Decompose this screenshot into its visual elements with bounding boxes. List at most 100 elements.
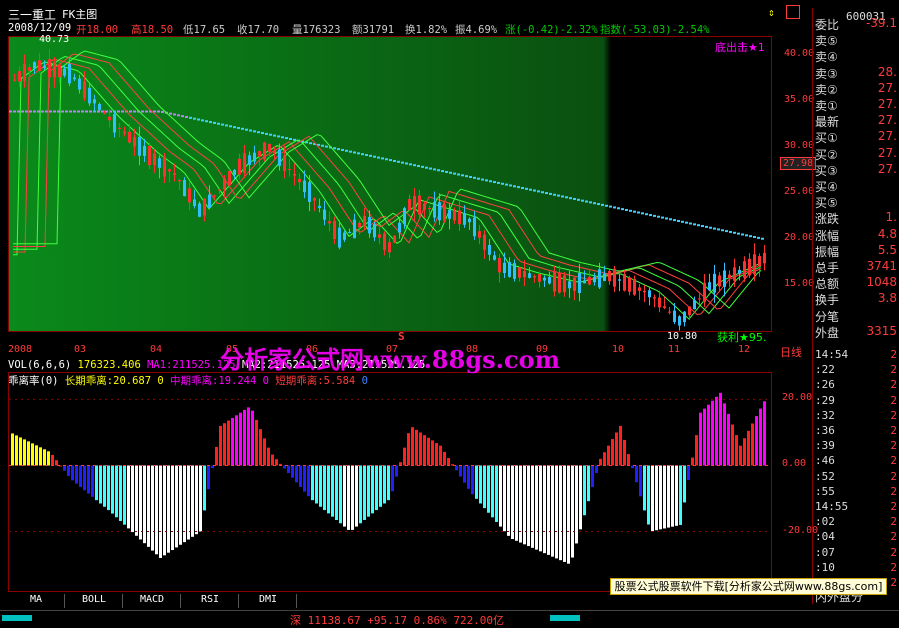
quote-row[interactable]: 卖③ 28.: [815, 65, 899, 81]
tab-boll[interactable]: BOLL: [66, 594, 123, 608]
quote-row[interactable]: 分笔: [815, 308, 899, 324]
long-ma-point: [89, 110, 92, 113]
deviation-bar: [375, 465, 378, 511]
long-ma-point: [405, 162, 408, 165]
deviation-bar: [179, 465, 182, 545]
deviation-bar: [123, 465, 126, 525]
tick-time: :39: [815, 439, 835, 453]
deviation-bar: [579, 465, 582, 530]
tab-rsi[interactable]: RSI: [182, 594, 239, 608]
tick-row: :32 2: [815, 409, 899, 424]
quote-row[interactable]: 买② 27.: [815, 146, 899, 162]
tick-row: :39 2: [815, 439, 899, 454]
quote-row[interactable]: 最新 27.: [815, 113, 899, 129]
long-ma-point: [565, 196, 568, 199]
quote-row[interactable]: 卖④: [815, 48, 899, 64]
deviation-bar: [751, 423, 754, 466]
tick-value: 2: [890, 545, 897, 559]
long-ma-point: [665, 217, 668, 220]
deviation-bar: [591, 465, 594, 488]
deviation-bar: [475, 465, 478, 499]
tab-dmi[interactable]: DMI: [240, 594, 297, 608]
quote-row[interactable]: 买③ 27.: [815, 162, 899, 178]
tab-macd[interactable]: MACD: [124, 594, 181, 608]
long-ma-point: [589, 201, 592, 204]
deviation-bar: [75, 465, 78, 484]
quote-row[interactable]: 涨跌 1.: [815, 210, 899, 226]
chart-label[interactable]: FK主图: [62, 6, 97, 22]
tick-time: :22: [815, 363, 835, 377]
long-ma-point: [573, 197, 576, 200]
deviation-bar: [379, 465, 382, 507]
deviation-bar: [147, 465, 150, 547]
long-ma-point: [669, 218, 672, 221]
quote-row[interactable]: 总手 3741: [815, 259, 899, 275]
long-ma-point: [197, 118, 200, 121]
deviation-bar: [699, 412, 702, 466]
amplitude-value: 振4.69%: [455, 24, 498, 36]
tab-ma[interactable]: MA: [8, 594, 65, 608]
long-ma-point: [677, 219, 680, 222]
quote-row-label: 卖②: [815, 82, 838, 97]
deviation-bar: [571, 465, 574, 558]
long-ma-point: [545, 192, 548, 195]
low-price-label: 10.80: [667, 331, 698, 342]
up-down-arrow-icon[interactable]: ⇕: [768, 6, 780, 19]
long-ma-point: [253, 130, 256, 133]
deviation-bar: [363, 465, 366, 520]
price-chart[interactable]: 40.73 底出击★1 获利★95. 10.80: [8, 34, 772, 344]
long-ma-point: [193, 117, 196, 120]
deviation-bar: [659, 465, 662, 530]
volume-value: 量176323: [292, 24, 341, 36]
long-ma-point: [69, 110, 72, 113]
tick-row: :55 2: [815, 485, 899, 500]
long-ma-point: [397, 160, 400, 163]
date-tick-label: 2008: [8, 344, 33, 355]
quote-row[interactable]: 买⑤: [815, 194, 899, 210]
quote-row[interactable]: 外盘 3315: [815, 324, 899, 340]
quote-row[interactable]: 换手 3.8: [815, 291, 899, 307]
long-ma-point: [189, 116, 192, 119]
quote-row[interactable]: 卖② 27.: [815, 81, 899, 97]
deviation-bar: [395, 465, 398, 477]
long-ma-point: [205, 120, 208, 123]
long-ma-point: [85, 110, 88, 113]
deviation-bar: [387, 465, 390, 501]
deviation-bar: [731, 424, 734, 466]
ad-banner[interactable]: 股票公式股票软件下载[分析家公式网www.88gs.com]: [610, 578, 887, 595]
deviation-bar: [423, 435, 426, 466]
quote-row[interactable]: 总额 1048: [815, 275, 899, 291]
quote-row[interactable]: 买④: [815, 178, 899, 194]
long-ma-point: [485, 179, 488, 182]
tick-time: :29: [815, 393, 835, 407]
long-ma-point: [585, 200, 588, 203]
quote-row[interactable]: 委比 -39.1: [815, 16, 899, 32]
deviation-bar: [219, 425, 222, 466]
deviation-chart[interactable]: [8, 372, 772, 592]
quote-row[interactable]: 振幅 5.5: [815, 243, 899, 259]
deviation-bar: [507, 465, 510, 536]
deviation-bar: [443, 451, 446, 466]
long-ma-point: [429, 167, 432, 170]
long-ma-point: [761, 237, 764, 240]
long-ma-point: [321, 144, 324, 147]
period-label[interactable]: 日线: [780, 344, 802, 360]
tick-time: :26: [815, 378, 835, 392]
long-ma-point: [385, 158, 388, 161]
tick-time: :32: [815, 408, 835, 422]
quote-row-value: 3741: [866, 259, 897, 273]
deviation-bar: [207, 465, 210, 490]
day-period-icon[interactable]: [786, 5, 800, 19]
long-ma-point: [393, 159, 396, 162]
deviation-bar: [567, 465, 570, 564]
long-ma-point: [689, 222, 692, 225]
quote-row[interactable]: 涨幅 4.8: [815, 227, 899, 243]
deviation-bar: [495, 465, 498, 522]
deviation-bar: [587, 465, 590, 502]
long-ma-point: [601, 203, 604, 206]
quote-row[interactable]: 卖① 27.: [815, 97, 899, 113]
deviation-bar: [239, 412, 242, 466]
quote-row[interactable]: 买① 27.: [815, 129, 899, 145]
quote-row[interactable]: 卖⑤: [815, 32, 899, 48]
tick-row: :52 2: [815, 470, 899, 485]
